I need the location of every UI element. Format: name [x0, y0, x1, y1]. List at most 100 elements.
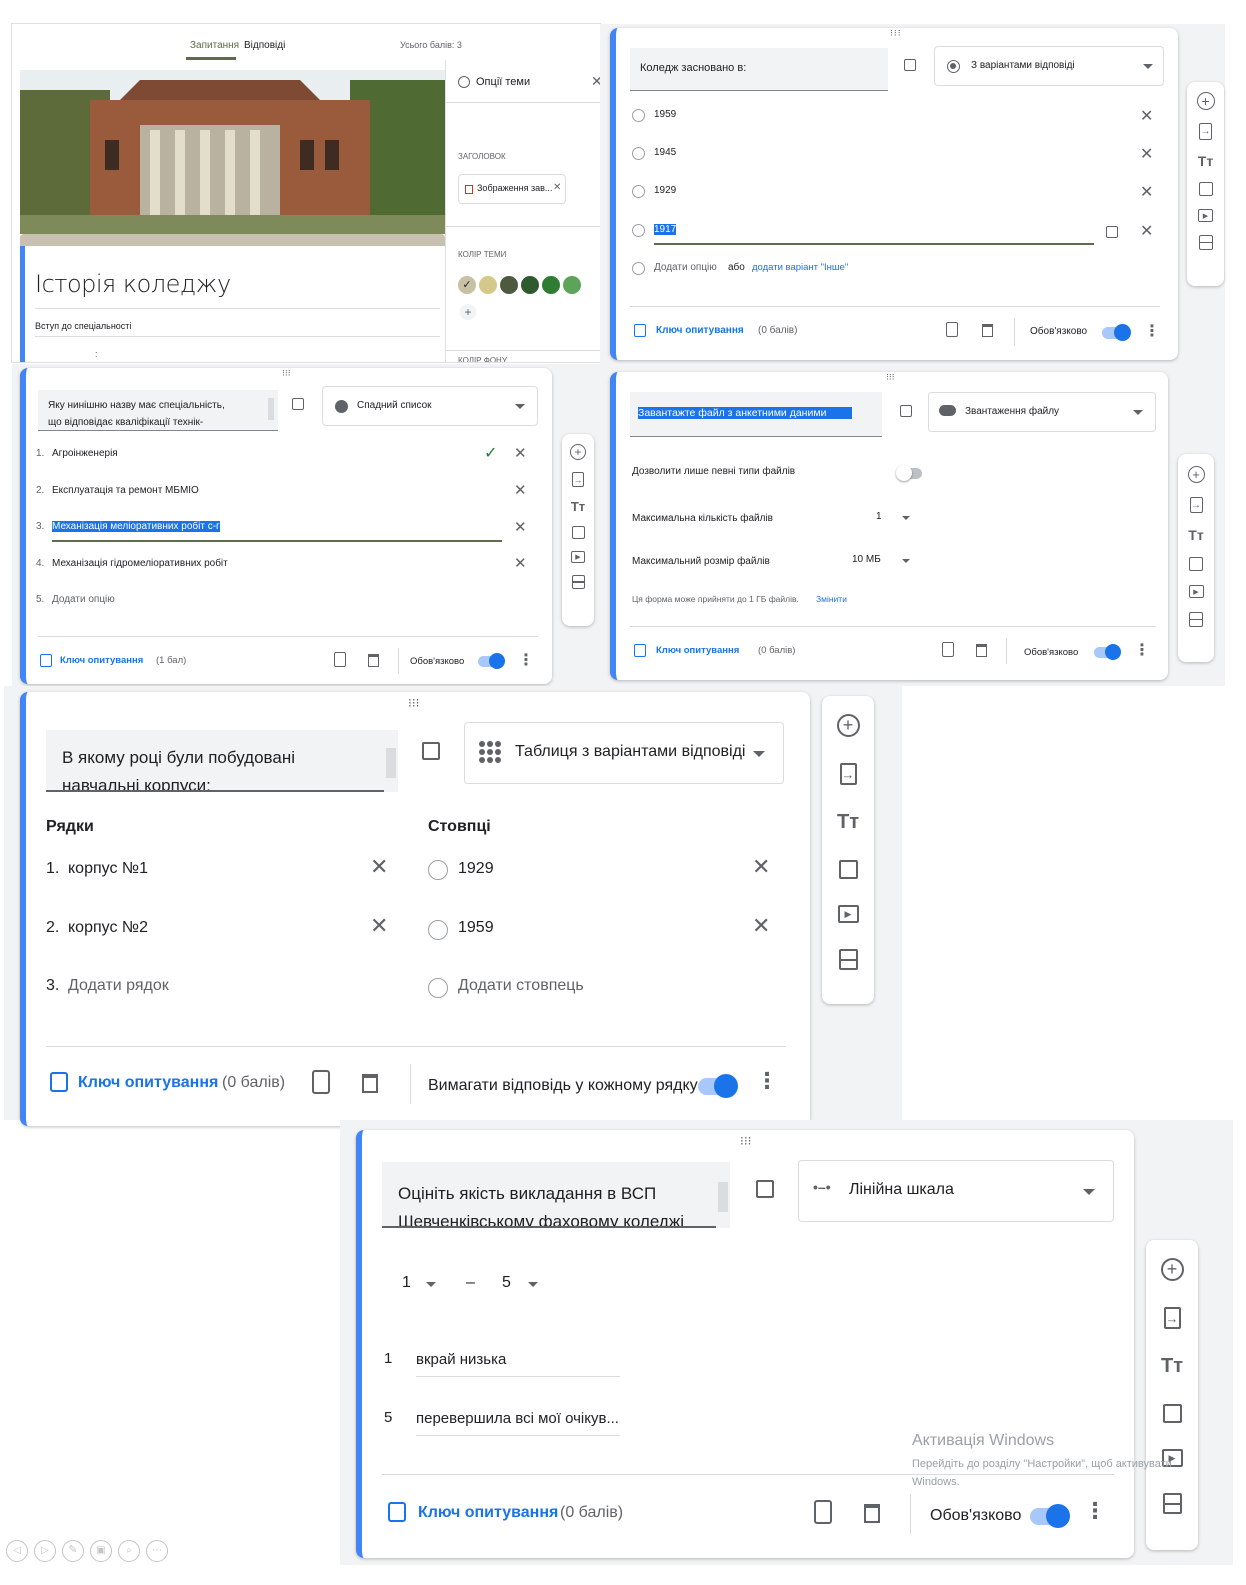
answer-key-icon[interactable] [40, 654, 52, 667]
add-question-icon[interactable]: + [836, 714, 860, 737]
scrollbar[interactable] [268, 398, 274, 420]
remove-option-icon[interactable]: ✕ [514, 554, 527, 572]
drag-handle-icon[interactable]: ⁝⁝⁝ [408, 696, 419, 710]
delete-icon[interactable] [976, 644, 987, 657]
question-type-dropdown[interactable]: •–• Лінійна шкала [798, 1160, 1114, 1222]
remove-option-icon[interactable]: ✕ [1140, 106, 1153, 126]
question-type-dropdown[interactable]: Звантаження файлу [928, 392, 1156, 432]
question-text[interactable]: Завантажте файл з анкетними даними [638, 407, 852, 419]
remove-option-icon[interactable]: ✕ [1140, 182, 1153, 202]
remove-option-icon[interactable]: ✕ [1140, 221, 1153, 241]
row-label[interactable]: корпус №2 [68, 919, 148, 937]
add-video-icon[interactable]: ▶ [571, 551, 585, 563]
answer-key-link[interactable]: Ключ опитування [656, 325, 744, 336]
form-description[interactable]: Вступ до спеціальності [35, 321, 131, 331]
remove-option-icon[interactable]: ✕ [514, 518, 527, 536]
drag-handle-icon[interactable]: ⁝⁝⁝ [740, 1134, 751, 1148]
form-title[interactable]: Історія коледжу [35, 270, 231, 298]
delete-icon[interactable] [362, 1074, 378, 1093]
add-image-icon[interactable] [571, 526, 585, 539]
add-title-icon[interactable]: Tт [571, 499, 585, 514]
add-option-link[interactable]: Додати опцію [52, 594, 115, 605]
scrollbar[interactable] [718, 1182, 728, 1212]
add-option-link[interactable]: Додати опцію [654, 262, 717, 273]
color-swatch-1[interactable]: ✓ [458, 276, 476, 294]
answer-key-icon[interactable] [388, 1502, 406, 1522]
add-image-icon[interactable] [900, 405, 912, 417]
question-type-dropdown[interactable]: Таблиця з варіантами відповіді [464, 722, 784, 784]
more-options-icon[interactable]: ⋮ [1134, 640, 1150, 660]
add-image-icon[interactable] [904, 59, 916, 71]
add-section-icon[interactable] [838, 949, 858, 970]
add-title-icon[interactable]: Tт [1161, 1355, 1183, 1378]
add-image-icon[interactable] [1198, 182, 1213, 196]
scale-min-chevron-icon[interactable] [426, 1282, 436, 1287]
option-text[interactable]: 1959 [654, 109, 676, 120]
add-image-icon[interactable] [756, 1180, 774, 1198]
more-options-icon[interactable]: ⋮ [756, 1068, 778, 1094]
remove-option-icon[interactable]: ✕ [514, 481, 527, 499]
add-title-icon[interactable]: Tт [1198, 153, 1213, 169]
question-text-line1[interactable]: В якому році були побудовані [62, 748, 295, 768]
option-text[interactable]: Механізація гідромеліоративних робіт [52, 558, 228, 569]
remove-column-icon[interactable]: ✕ [752, 854, 770, 880]
duplicate-icon[interactable] [814, 1500, 832, 1524]
add-color-icon[interactable]: + [460, 304, 476, 320]
add-section-icon[interactable] [1198, 235, 1213, 250]
answer-key-link[interactable]: Ключ опитування [78, 1074, 218, 1092]
column-label[interactable]: 1959 [458, 919, 494, 937]
color-swatch-4[interactable] [521, 276, 539, 294]
add-question-icon[interactable]: + [1160, 1258, 1184, 1281]
answer-key-link[interactable]: Ключ опитування [418, 1504, 558, 1522]
color-swatch-5[interactable] [542, 276, 560, 294]
option-text[interactable]: 1945 [654, 147, 676, 158]
scale-min-value[interactable]: 1 [402, 1274, 411, 1292]
option-image-icon[interactable] [1106, 226, 1118, 238]
tab-questions[interactable]: Запитання [190, 40, 239, 51]
add-image-icon[interactable] [1162, 1404, 1182, 1423]
add-image-icon[interactable] [292, 398, 304, 410]
answer-key-link[interactable]: Ключ опитування [60, 655, 143, 666]
remove-row-icon[interactable]: ✕ [370, 913, 388, 939]
more-options-icon[interactable]: ⋮ [1144, 321, 1160, 341]
add-image-icon[interactable] [422, 742, 440, 760]
remove-column-icon[interactable]: ✕ [752, 913, 770, 939]
scrollbar[interactable] [386, 748, 396, 778]
pen-icon[interactable]: ✎ [62, 1540, 84, 1562]
option-text-selected[interactable]: Механізація меліоративних робіт с-г [52, 521, 220, 532]
add-video-icon[interactable]: ▶ [1198, 209, 1213, 222]
max-count-value[interactable]: 1 [876, 511, 882, 522]
color-swatch-2[interactable] [479, 276, 497, 294]
add-section-icon[interactable] [571, 575, 585, 589]
more-icon[interactable]: ⋯ [146, 1540, 168, 1562]
drag-handle-icon[interactable]: ⁝⁝⁝ [282, 368, 291, 379]
remove-option-icon[interactable]: ✕ [1140, 144, 1153, 164]
answer-key-link[interactable]: Ключ опитування [656, 645, 739, 656]
answer-key-icon[interactable] [634, 324, 646, 337]
more-options-icon[interactable]: ⋮ [518, 650, 534, 670]
option-text[interactable]: Агроінженерія [52, 448, 118, 459]
question-type-dropdown[interactable]: З варіантами відповіді [934, 46, 1164, 86]
option-text-selected[interactable]: 1917 [654, 224, 677, 235]
column-label[interactable]: 1929 [458, 860, 494, 878]
import-questions-icon[interactable]: → [839, 763, 857, 785]
add-title-icon[interactable]: Tт [837, 811, 859, 834]
change-link[interactable]: Змінити [816, 594, 847, 604]
remove-option-icon[interactable]: ✕ [514, 444, 527, 462]
scale-max-value[interactable]: 5 [502, 1274, 511, 1292]
import-questions-icon[interactable]: → [572, 472, 584, 487]
add-image-icon[interactable] [1189, 557, 1203, 571]
scale-label-text[interactable]: перевершила всі мої очікув... [416, 1410, 619, 1427]
remove-header-icon[interactable]: ✕ [553, 182, 561, 193]
drag-handle-icon[interactable]: ⁝⁝⁝ [886, 372, 895, 383]
more-options-icon[interactable]: ⋮ [1084, 1498, 1106, 1524]
add-row-link[interactable]: Додати рядок [68, 977, 169, 995]
import-questions-icon[interactable]: → [1163, 1307, 1181, 1329]
duplicate-icon[interactable] [942, 642, 954, 657]
color-swatch-3[interactable] [500, 276, 518, 294]
color-swatch-6[interactable] [563, 276, 581, 294]
add-column-link[interactable]: Додати стовпець [458, 977, 584, 995]
duplicate-icon[interactable] [334, 652, 346, 667]
tab-responses[interactable]: Відповіді [244, 40, 285, 51]
question-text-line1[interactable]: Оцініть якість викладання в ВСП [398, 1184, 656, 1204]
